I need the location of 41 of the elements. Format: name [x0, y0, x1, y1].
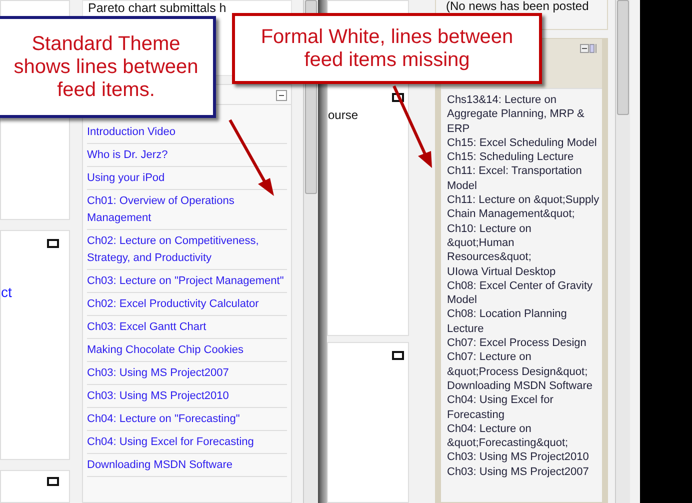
scrollbar-thumb[interactable]	[617, 0, 629, 115]
news-text: (No news has been posted	[446, 0, 590, 12]
news-text: Pareto chart submittals h	[88, 2, 228, 15]
course-link[interactable]: ct	[1, 284, 69, 300]
feed-link[interactable]: Downloading MSDN Software	[447, 378, 600, 394]
course-text: ourse	[328, 108, 360, 122]
feed-link[interactable]: Who is Dr. Jerz?	[87, 144, 287, 167]
feed-link[interactable]: Ch10: Lecture on &quot;Human Resources&quot;	[447, 222, 600, 265]
callout-text: Formal White, lines between feed items missing	[260, 26, 514, 72]
feed-link[interactable]: Ch02: Excel Productivity Calculator	[87, 293, 287, 316]
feed-link[interactable]: Ch04: Lecture on "Forecasting"	[87, 408, 287, 431]
feed-link[interactable]: Ch03: Lecture on "Project Management"	[87, 270, 287, 293]
feed-link[interactable]: Ch11: Lecture on &quot;Supply Chain Management&quot;	[447, 193, 600, 222]
block-controls-icon[interactable]	[580, 44, 598, 53]
feed-link[interactable]: Chs13&14: Lecture on Aggregate Planning, MRP & ERP	[447, 93, 600, 136]
feed-link[interactable]: Ch15: Scheduling Lecture	[447, 150, 600, 164]
feed-link[interactable]: Ch11: Excel: Transportation Model	[447, 164, 600, 194]
feed-link[interactable]: Ch03: Using MS Project2007	[447, 464, 600, 480]
feed-link[interactable]: Introduction Video	[87, 121, 287, 144]
feed-link[interactable]: Ch02: Lecture on Competitiveness, Strategy, and Productivity	[87, 230, 287, 270]
feed-link[interactable]: Ch04: Using Excel for Forecasting	[447, 393, 600, 422]
feed-link[interactable]: Ch03: Using MS Project2007	[87, 362, 287, 385]
scrollbar[interactable]	[615, 0, 630, 503]
feed-link[interactable]: Ch03: Excel Gantt Chart	[87, 316, 287, 339]
feed-link[interactable]: Ch04: Lecture on &quot;Forecasting&quot;	[447, 422, 600, 450]
maximize-icon[interactable]	[392, 351, 404, 360]
feed-link[interactable]: Ch07: Excel Process Design	[447, 336, 600, 350]
maximize-icon[interactable]	[47, 239, 59, 248]
feed-link[interactable]: Making Chocolate Chip Cookies	[87, 339, 287, 362]
feed-link[interactable]: UIowa Virtual Desktop	[447, 264, 600, 279]
maximize-icon[interactable]	[47, 477, 59, 486]
feed-link[interactable]: Ch04: Using Excel for Forecasting	[87, 431, 287, 454]
feed-link[interactable]: Ch07: Lecture on &quot;Process Design&quot;	[447, 350, 600, 379]
callout-text: Standard Theme shows lines between feed items.	[12, 32, 200, 102]
feed-link[interactable]: Ch15: Excel Scheduling Model	[447, 136, 600, 150]
feed-link[interactable]: Ch03: Using MS Project2010	[87, 385, 287, 408]
feed-link[interactable]: Downloading MSDN Software	[87, 454, 287, 477]
collapse-icon[interactable]	[276, 90, 287, 101]
feed-link[interactable]: Ch03: Using MS Project2010	[447, 450, 600, 465]
feed-link[interactable]: Ch08: Location Planning Lecture	[447, 307, 600, 336]
feed-link[interactable]: Ch08: Excel Center of Gravity Model	[447, 278, 600, 308]
